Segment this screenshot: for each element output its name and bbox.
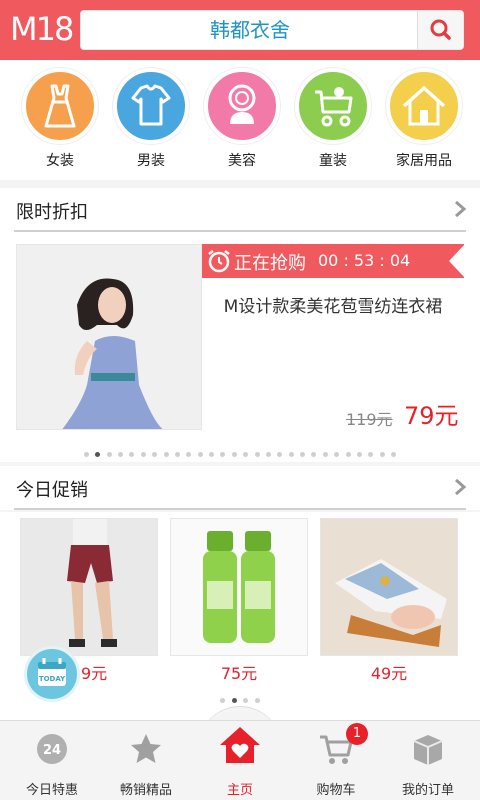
dress-icon xyxy=(22,68,98,144)
ribbon-notch xyxy=(449,244,465,278)
nav-today-deals[interactable]: 24 今日特惠 xyxy=(4,721,100,800)
home-heart-icon xyxy=(220,727,260,763)
today-label: TODAY xyxy=(39,675,66,683)
today-float-button[interactable]: TODAY xyxy=(24,646,80,702)
promo-item-image[interactable] xyxy=(170,518,308,656)
promo-item-image[interactable] xyxy=(20,518,158,656)
svg-text:24: 24 xyxy=(43,743,61,758)
sale-status: 正在抢购 xyxy=(234,253,306,274)
flash-sale-header[interactable]: 限时折扣 xyxy=(0,188,480,232)
calendar-today-icon: TODAY xyxy=(38,658,66,686)
category-label: 家居用品 xyxy=(396,153,452,169)
cart-badge: 1 xyxy=(346,723,368,745)
original-price: 119元 xyxy=(346,410,393,429)
section-title: 今日促销 xyxy=(16,480,88,501)
search-input[interactable]: 韩都衣舍 xyxy=(81,11,419,49)
flash-sale-ribbon: 正在抢购 00 : 53 : 04 xyxy=(202,244,465,278)
product-image[interactable] xyxy=(16,244,202,430)
nav-label: 购物车 xyxy=(316,783,356,798)
nav-cart[interactable]: 1 购物车 xyxy=(288,721,384,800)
carousel-indicator xyxy=(0,444,480,457)
chevron-right-icon xyxy=(455,200,466,218)
nav-home[interactable]: 主页 xyxy=(192,721,288,800)
chevron-right-icon xyxy=(455,478,466,496)
app-header: M18 韩都衣舍 xyxy=(0,0,480,60)
box-icon xyxy=(413,735,443,765)
search-icon xyxy=(430,19,451,40)
promo-header[interactable]: 今日促销 xyxy=(0,466,480,510)
nav-label: 今日特惠 xyxy=(25,783,78,798)
nav-label: 畅销精品 xyxy=(119,783,172,798)
star-icon xyxy=(131,734,161,763)
category-beauty[interactable]: 美容 xyxy=(197,68,287,176)
promo-item-price: 49元 xyxy=(370,664,408,683)
app-logo[interactable]: M18 xyxy=(10,8,74,50)
nav-label: 我的订单 xyxy=(401,783,454,798)
product-name: M设计款柔美花苞雪纺连衣裙 xyxy=(223,297,443,317)
house-icon xyxy=(386,68,462,144)
alarm-clock-icon xyxy=(208,250,230,273)
nav-label: 主页 xyxy=(226,783,253,798)
category-women[interactable]: 女装 xyxy=(15,68,105,176)
search-button[interactable] xyxy=(417,11,463,49)
bottom-nav: 24 今日特惠 畅销精品 主页 1 购物车 我的订单 xyxy=(0,720,480,800)
mirror-icon xyxy=(204,68,280,144)
nav-bestsellers[interactable]: 畅销精品 xyxy=(98,721,194,800)
category-label: 女装 xyxy=(46,153,74,169)
promo-item-image[interactable] xyxy=(320,518,458,656)
category-label: 美容 xyxy=(228,153,256,169)
calendar-24-icon: 24 xyxy=(37,734,67,764)
sale-price: 79元 xyxy=(404,402,459,430)
divider xyxy=(14,508,466,510)
category-label: 男装 xyxy=(137,153,165,169)
promo-list: 19元 75元 49元 TODAY xyxy=(0,512,480,720)
flash-sale-card[interactable]: 正在抢购 00 : 53 : 04 M设计款柔美花苞雪纺连衣裙 119元 79元 xyxy=(0,232,480,462)
tshirt-icon xyxy=(113,68,189,144)
nav-my-orders[interactable]: 我的订单 xyxy=(380,721,476,800)
stroller-icon xyxy=(295,68,371,144)
countdown-timer: 00 : 53 : 04 xyxy=(318,251,411,270)
category-bar: 女装 男装 美容 童装 家居用品 xyxy=(0,60,480,180)
search-bar[interactable]: 韩都衣舍 xyxy=(80,10,464,50)
category-kids[interactable]: 童装 xyxy=(288,68,378,176)
promo-item-price: 75元 xyxy=(220,664,258,683)
category-men[interactable]: 男装 xyxy=(106,68,196,176)
category-home[interactable]: 家居用品 xyxy=(379,68,469,176)
section-title: 限时折扣 xyxy=(16,202,88,223)
category-label: 童装 xyxy=(319,153,347,169)
